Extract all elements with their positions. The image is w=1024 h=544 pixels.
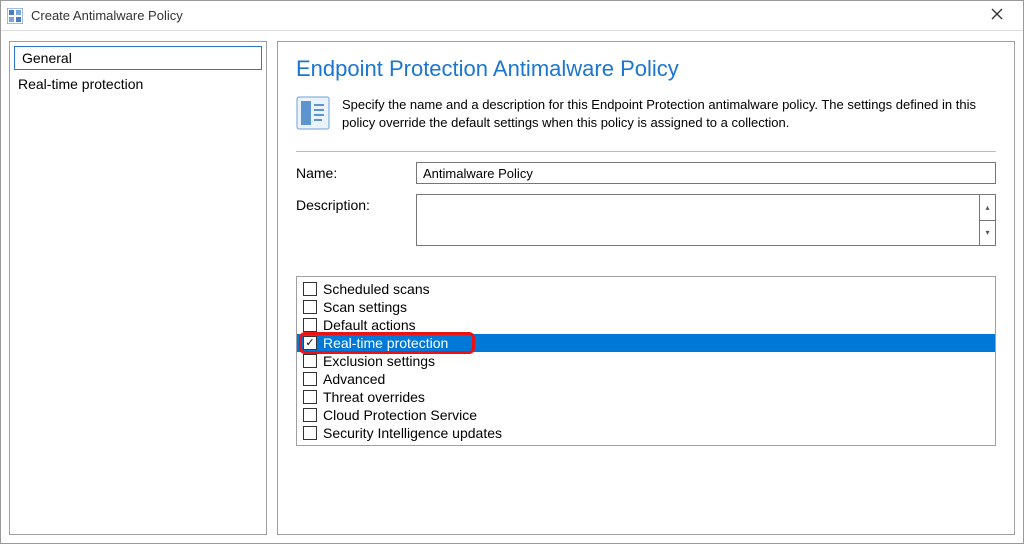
name-input[interactable] <box>416 162 996 184</box>
option-realtime-protection[interactable]: ✓ Real-time protection <box>297 334 995 352</box>
description-field-wrap: ▴ ▾ <box>416 194 996 246</box>
sidebar-item-general[interactable]: General <box>14 46 262 70</box>
checkbox[interactable] <box>303 300 317 314</box>
option-label: Threat overrides <box>323 389 425 405</box>
description-row: Description: ▴ ▾ <box>296 194 996 246</box>
sidebar-item-label: General <box>22 50 72 66</box>
intro-text: Specify the name and a description for t… <box>342 96 996 131</box>
name-label: Name: <box>296 162 416 181</box>
option-label: Security Intelligence updates <box>323 425 502 441</box>
scroll-down-button[interactable]: ▾ <box>979 221 995 246</box>
option-label: Scan settings <box>323 299 407 315</box>
checkbox[interactable] <box>303 372 317 386</box>
divider <box>296 151 996 152</box>
checkbox[interactable] <box>303 282 317 296</box>
option-scan-settings[interactable]: Scan settings <box>297 298 995 316</box>
option-scheduled-scans[interactable]: Scheduled scans <box>297 280 995 298</box>
page-heading: Endpoint Protection Antimalware Policy <box>296 56 996 82</box>
option-advanced[interactable]: Advanced <box>297 370 995 388</box>
description-label: Description: <box>296 194 416 213</box>
dialog-window: Create Antimalware Policy General Real-t… <box>0 0 1024 544</box>
dialog-body: General Real-time protection Endpoint Pr… <box>1 31 1023 543</box>
checkbox[interactable]: ✓ <box>303 336 317 350</box>
app-icon <box>7 8 23 24</box>
option-label: Cloud Protection Service <box>323 407 477 423</box>
option-label: Real-time protection <box>323 335 448 351</box>
option-threat-overrides[interactable]: Threat overrides <box>297 388 995 406</box>
checkbox[interactable] <box>303 408 317 422</box>
option-label: Scheduled scans <box>323 281 430 297</box>
checkbox[interactable] <box>303 426 317 440</box>
option-label: Advanced <box>323 371 385 387</box>
intro-row: Specify the name and a description for t… <box>296 96 996 131</box>
option-label: Default actions <box>323 317 416 333</box>
scroll-up-button[interactable]: ▴ <box>979 195 995 221</box>
close-button[interactable] <box>977 1 1017 31</box>
option-exclusion-settings[interactable]: Exclusion settings <box>297 352 995 370</box>
description-input[interactable] <box>417 195 979 245</box>
checkbox[interactable] <box>303 318 317 332</box>
sidebar-item-label: Real-time protection <box>18 76 143 92</box>
options-list: Scheduled scans Scan settings Default ac… <box>296 276 996 446</box>
name-row: Name: <box>296 162 996 184</box>
option-label: Exclusion settings <box>323 353 435 369</box>
option-cloud-protection[interactable]: Cloud Protection Service <box>297 406 995 424</box>
sidebar-item-realtime[interactable]: Real-time protection <box>10 72 266 96</box>
window-title: Create Antimalware Policy <box>31 8 977 23</box>
main-panel: Endpoint Protection Antimalware Policy S… <box>277 41 1015 535</box>
policy-icon <box>296 96 330 130</box>
checkbox[interactable] <box>303 354 317 368</box>
sidebar: General Real-time protection <box>9 41 267 535</box>
checkbox[interactable] <box>303 390 317 404</box>
option-default-actions[interactable]: Default actions <box>297 316 995 334</box>
option-security-intel-updates[interactable]: Security Intelligence updates <box>297 424 995 442</box>
titlebar: Create Antimalware Policy <box>1 1 1023 31</box>
textarea-scroll-buttons: ▴ ▾ <box>979 195 995 245</box>
